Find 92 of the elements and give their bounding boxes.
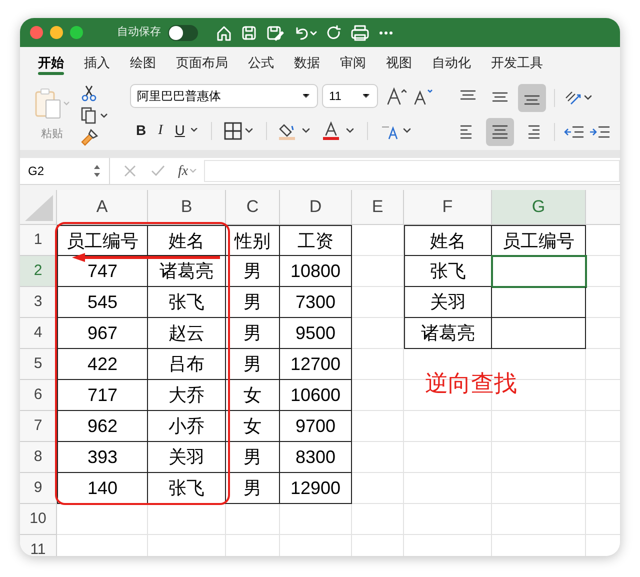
borders-icon[interactable] bbox=[224, 122, 254, 140]
row-header[interactable]: 3 bbox=[20, 287, 57, 318]
table-cell[interactable]: 男 bbox=[244, 448, 262, 466]
italic-button[interactable]: I bbox=[158, 120, 163, 141]
save-icon[interactable] bbox=[240, 24, 258, 42]
save-as-icon[interactable] bbox=[265, 24, 285, 42]
table-cell[interactable]: 诸葛亮 bbox=[160, 262, 214, 280]
table-cell[interactable]: 男 bbox=[244, 293, 262, 311]
minimize-button[interactable] bbox=[50, 26, 63, 39]
print-icon[interactable] bbox=[350, 24, 370, 42]
selected-cell[interactable] bbox=[492, 256, 586, 287]
ribbon-tab[interactable]: 视图 bbox=[376, 47, 422, 78]
font-size-dropdown[interactable]: 11 bbox=[322, 84, 378, 108]
home-icon[interactable] bbox=[215, 24, 233, 42]
row-header[interactable]: 7 bbox=[20, 411, 57, 442]
table-cell[interactable]: 10600 bbox=[290, 386, 341, 404]
table-cell[interactable]: 962 bbox=[87, 417, 118, 435]
caret-icon[interactable] bbox=[190, 128, 199, 133]
row-header[interactable]: 2 bbox=[20, 256, 57, 287]
copy-icon[interactable] bbox=[80, 106, 110, 124]
table-cell[interactable]: 张飞 bbox=[168, 479, 204, 497]
annotation-text: 逆向查找 bbox=[425, 369, 517, 398]
row-header[interactable]: 10 bbox=[20, 504, 57, 535]
name-box[interactable]: G2 bbox=[20, 158, 110, 184]
ribbon-tab[interactable]: 开发工具 bbox=[481, 47, 553, 78]
table-cell[interactable]: 赵云 bbox=[168, 324, 204, 342]
caret-icon[interactable] bbox=[303, 94, 311, 98]
table-cell[interactable]: 男 bbox=[244, 324, 262, 342]
column-header[interactable]: F bbox=[404, 190, 492, 225]
paste-label: 粘贴 bbox=[41, 127, 63, 142]
table-cell[interactable]: 747 bbox=[87, 262, 118, 280]
ribbon-tab[interactable]: 开始 bbox=[28, 47, 74, 78]
stepper-icon[interactable] bbox=[93, 163, 101, 179]
column-header[interactable]: C bbox=[226, 190, 280, 225]
table-cell[interactable]: 9500 bbox=[295, 324, 336, 342]
table-cell[interactable]: 7300 bbox=[295, 293, 336, 311]
redo-icon[interactable] bbox=[325, 24, 343, 42]
formula-input[interactable] bbox=[204, 160, 620, 182]
column-header[interactable]: D bbox=[280, 190, 352, 225]
ribbon-tab[interactable]: 自动化 bbox=[422, 47, 481, 78]
function-button[interactable]: fx bbox=[178, 160, 188, 182]
ribbon-tab[interactable]: 插入 bbox=[74, 47, 120, 78]
table-cell[interactable]: 男 bbox=[244, 262, 262, 280]
table-cell[interactable]: 393 bbox=[87, 448, 118, 466]
row-header[interactable]: 6 bbox=[20, 380, 57, 411]
align-bottom-icon[interactable] bbox=[518, 84, 546, 112]
table-cell[interactable]: 10800 bbox=[290, 262, 341, 280]
ribbon-tab[interactable]: 审阅 bbox=[330, 47, 376, 78]
table-cell[interactable]: 吕布 bbox=[168, 355, 204, 373]
row-header[interactable]: 9 bbox=[20, 473, 57, 504]
table-cell[interactable]: 男 bbox=[244, 355, 262, 373]
table-cell[interactable]: 关羽 bbox=[168, 448, 204, 466]
table-cell[interactable]: 967 bbox=[87, 324, 118, 342]
caret-icon[interactable] bbox=[363, 94, 371, 98]
table-cell[interactable]: 女 bbox=[244, 417, 262, 435]
check-icon[interactable] bbox=[150, 163, 166, 179]
table-cell[interactable]: 大乔 bbox=[168, 386, 204, 404]
increase-font-icon[interactable] bbox=[386, 86, 408, 106]
underline-button[interactable]: U bbox=[174, 120, 185, 141]
row-header[interactable]: 1 bbox=[20, 225, 57, 256]
row-header[interactable]: 11 bbox=[20, 535, 57, 556]
ribbon-tab[interactable]: 公式 bbox=[238, 47, 284, 78]
align-center-icon[interactable] bbox=[486, 118, 514, 146]
column-header[interactable]: G bbox=[492, 190, 586, 225]
table-cell[interactable]: 男 bbox=[244, 479, 262, 497]
table-cell[interactable]: 545 bbox=[87, 293, 118, 311]
column-header[interactable]: A bbox=[57, 190, 148, 225]
autosave-toggle[interactable] bbox=[168, 24, 198, 40]
table-cell[interactable]: 717 bbox=[87, 386, 118, 404]
table-cell[interactable]: 小乔 bbox=[168, 417, 204, 435]
bold-button[interactable]: B bbox=[136, 120, 146, 141]
column-header[interactable]: B bbox=[148, 190, 226, 225]
column-header[interactable]: E bbox=[352, 190, 404, 225]
ribbon-tab[interactable]: 页面布局 bbox=[166, 47, 238, 78]
table-cell[interactable]: 8300 bbox=[295, 448, 336, 466]
table-cell[interactable]: 140 bbox=[87, 479, 118, 497]
table-cell[interactable]: 女 bbox=[244, 386, 262, 404]
row-header[interactable]: 8 bbox=[20, 442, 57, 473]
autosave-label: 自动保存 bbox=[117, 25, 161, 40]
table-cell[interactable]: 422 bbox=[87, 355, 118, 373]
row-header[interactable]: 5 bbox=[20, 349, 57, 380]
font-name-dropdown[interactable]: 阿里巴巴普惠体 bbox=[130, 84, 318, 108]
row-header[interactable]: 4 bbox=[20, 318, 57, 349]
font-color-icon[interactable] bbox=[322, 120, 355, 140]
ribbon-tab[interactable]: 数据 bbox=[284, 47, 330, 78]
table-cell[interactable]: 张飞 bbox=[168, 293, 204, 311]
table-cell[interactable] bbox=[492, 318, 586, 349]
table-cell[interactable]: 12900 bbox=[290, 479, 341, 497]
table-cell[interactable]: 12700 bbox=[290, 355, 341, 373]
table-cell[interactable]: 9700 bbox=[295, 417, 336, 435]
table-cell[interactable] bbox=[492, 287, 586, 318]
ribbon-tab[interactable]: 绘图 bbox=[120, 47, 166, 78]
